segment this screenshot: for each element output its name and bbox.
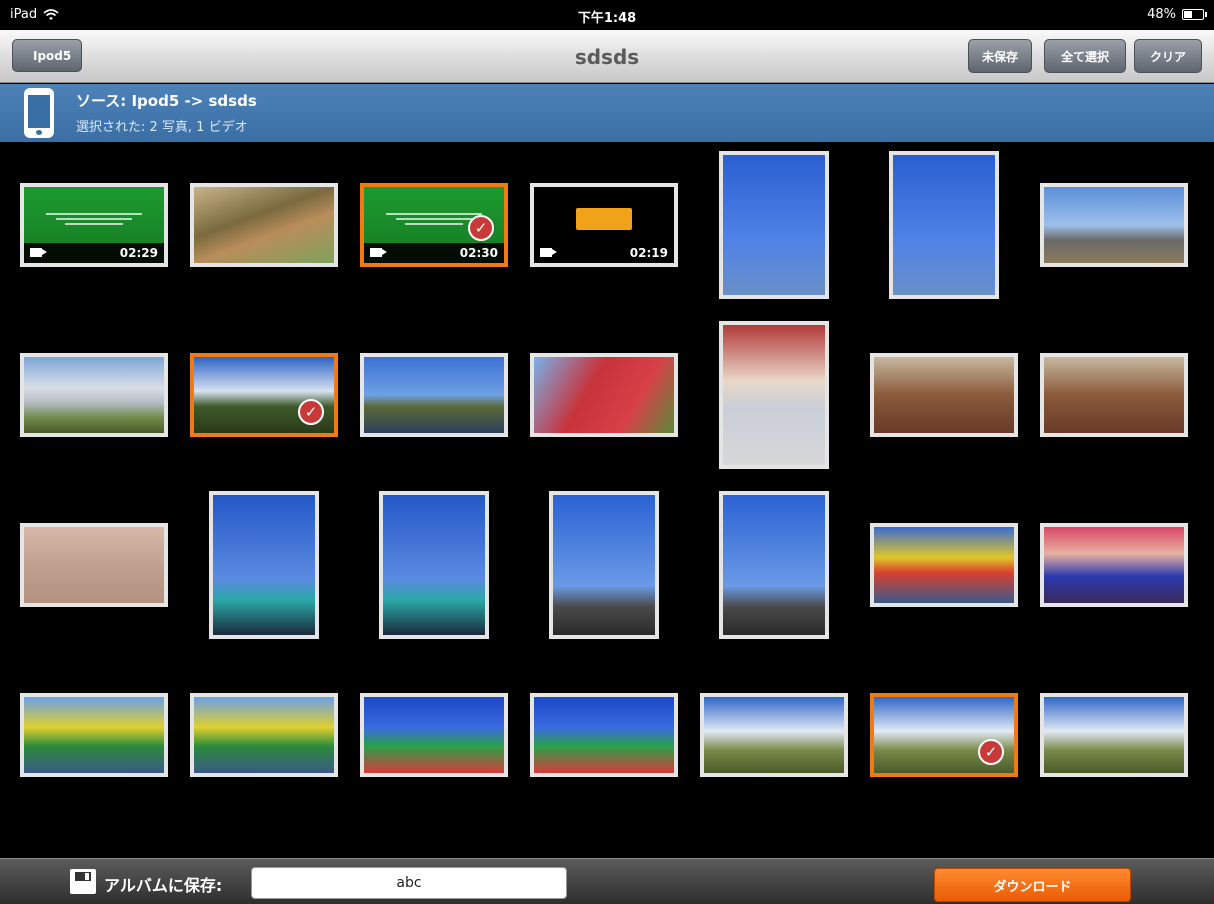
thumbnail-image [704,697,844,773]
bottom-toolbar: アルバムに保存: ダウンロード [0,858,1214,904]
thumbnail-image [893,155,995,295]
video-camera-icon [540,248,557,257]
photo-thumbnail[interactable] [549,491,659,639]
photo-thumbnail[interactable] [870,353,1018,437]
photo-thumbnail[interactable] [889,151,999,299]
thumbnail-image [24,697,164,773]
video-frame-button [576,208,632,231]
selection-summary: 選択された: 2 写真, 1 ビデオ [76,120,248,135]
video-duration: 02:19 [629,246,668,260]
photo-thumbnail[interactable] [1040,523,1188,607]
media-grid: 02:29 02:30 ✓ 02:19 ✓ ✓ [0,142,1214,858]
thumbnail-image [553,495,655,635]
thumbnail-image [723,155,825,295]
photo-thumbnail[interactable] [190,693,338,777]
thumbnail-image [194,187,334,263]
thumbnail-image [1044,187,1184,263]
download-button[interactable]: ダウンロード [934,868,1131,902]
iphone-icon [24,88,54,138]
photo-thumbnail[interactable] [360,693,508,777]
video-duration: 02:29 [119,246,158,260]
video-duration: 02:30 [459,246,498,260]
thumbnail-image [24,527,164,603]
photo-thumbnail[interactable]: ✓ [190,353,338,437]
video-camera-icon [370,248,387,257]
photo-thumbnail[interactable] [719,321,829,469]
video-info-bar: 02:19 [534,243,674,263]
video-info-bar: 02:30 [364,243,504,263]
select-all-button[interactable]: 全て選択 [1044,39,1126,73]
thumbnail-image [874,527,1014,603]
unsaved-button[interactable]: 未保存 [968,39,1032,73]
battery-percent: 48% [1147,7,1176,22]
checkmark-icon: ✓ [298,399,324,425]
photo-thumbnail[interactable] [190,183,338,267]
status-right: 48% [1147,7,1207,22]
thumbnail-image [534,357,674,433]
photo-thumbnail[interactable] [870,523,1018,607]
photo-thumbnail[interactable] [719,151,829,299]
source-label: ソース: Ipod5 -> sdsds [76,92,257,110]
photo-thumbnail[interactable]: ✓ [870,693,1018,777]
battery-icon [1182,9,1207,20]
thumbnail-image [723,495,825,635]
thumbnail-image [1044,357,1184,433]
photo-thumbnail[interactable] [530,353,678,437]
photo-thumbnail[interactable] [20,693,168,777]
video-info-bar: 02:29 [24,243,164,263]
photo-thumbnail[interactable] [1040,353,1188,437]
video-camera-icon [30,248,47,257]
thumbnail-image [364,697,504,773]
video-thumbnail[interactable]: 02:30 ✓ [360,183,508,267]
photo-thumbnail[interactable] [20,523,168,607]
video-thumbnail[interactable]: 02:29 [20,183,168,267]
photo-thumbnail[interactable] [209,491,319,639]
thumbnail-image [364,357,504,433]
thumbnail-image [24,357,164,433]
thumbnail-image [213,495,315,635]
thumbnail-image [383,495,485,635]
save-disk-icon [70,869,96,894]
clock: 下午1:48 [577,11,637,26]
thumbnail-image [1044,697,1184,773]
thumbnail-image [534,697,674,773]
thumbnail-image [194,697,334,773]
checkmark-icon: ✓ [978,739,1004,765]
source-info-bar: ソース: Ipod5 -> sdsds 選択された: 2 写真, 1 ビデオ [0,84,1214,142]
photo-thumbnail[interactable] [530,693,678,777]
thumbnail-image [1044,527,1184,603]
video-frame-text [46,212,142,229]
photo-thumbnail[interactable] [700,693,848,777]
photo-thumbnail[interactable] [379,491,489,639]
thumbnail-image [874,357,1014,433]
photo-thumbnail[interactable] [1040,693,1188,777]
photo-thumbnail[interactable] [1040,183,1188,267]
checkmark-icon: ✓ [468,215,494,241]
photo-thumbnail[interactable] [20,353,168,437]
video-thumbnail[interactable]: 02:19 [530,183,678,267]
status-bar: iPad 下午1:48 48% [0,0,1214,30]
photo-thumbnail[interactable] [719,491,829,639]
clear-button[interactable]: クリア [1134,39,1202,73]
album-name-input[interactable] [251,867,567,899]
navigation-bar: Ipod5 sdsds 未保存 全て選択 クリア [0,30,1214,83]
save-to-album-label: アルバムに保存: [104,876,223,895]
thumbnail-image [723,325,825,465]
photo-thumbnail[interactable] [360,353,508,437]
